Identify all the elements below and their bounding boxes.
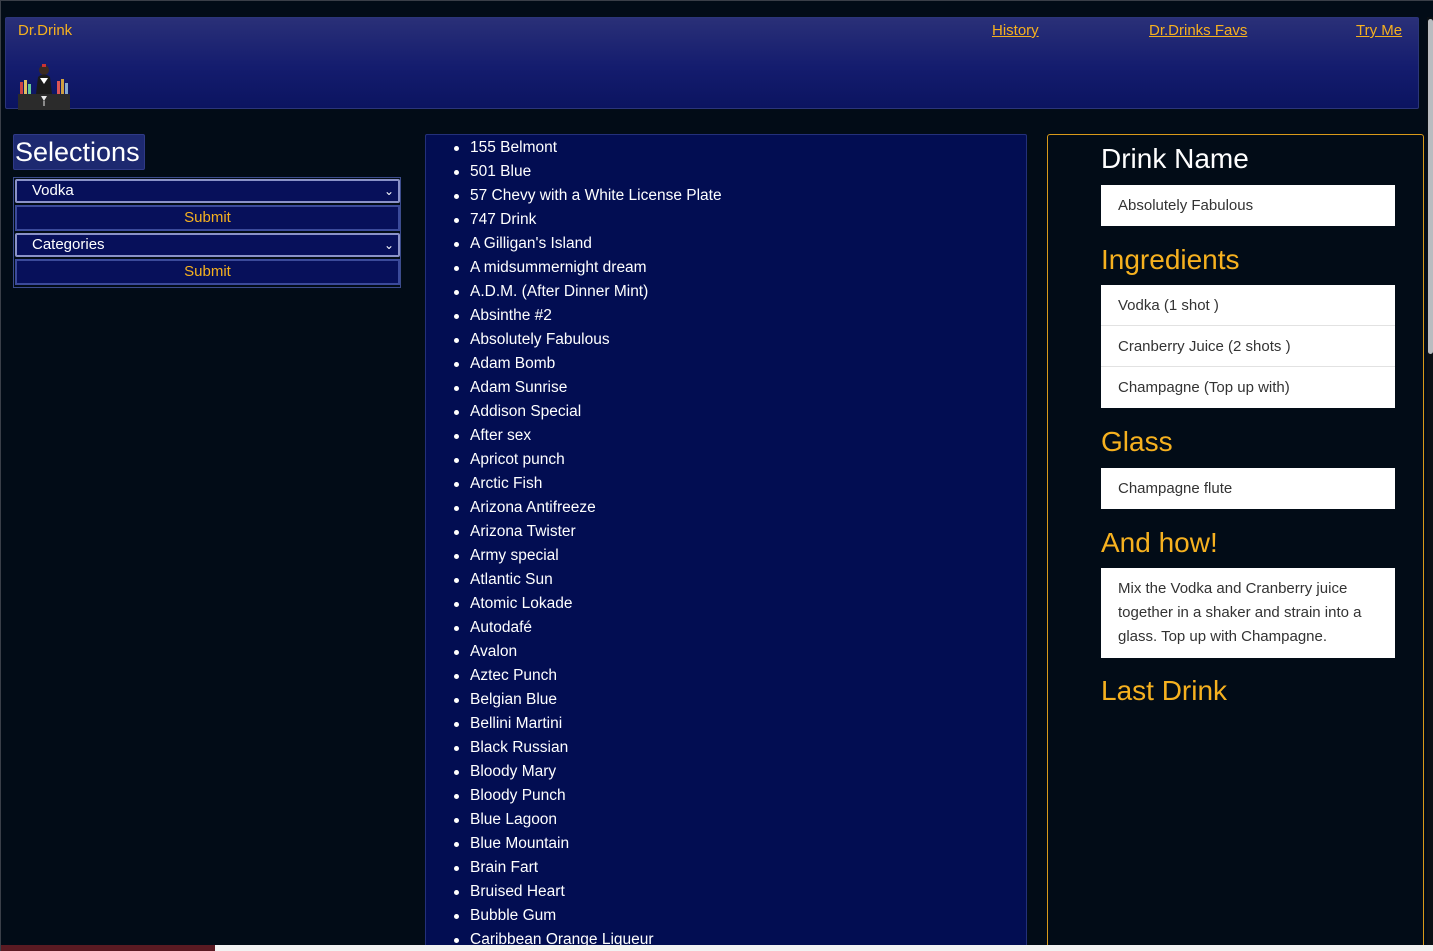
drink-list-item[interactable]: Blue Mountain [426,833,722,857]
drink-list-item[interactable]: 155 Belmont [426,137,722,161]
drink-list-item[interactable]: Bellini Martini [426,713,722,737]
ingredient-item: Cranberry Juice (2 shots ) [1101,326,1395,367]
bartender-logo-icon[interactable] [18,60,70,110]
drink-list-item[interactable]: Bloody Mary [426,761,722,785]
drink-list-item[interactable]: Brain Fart [426,857,722,881]
glass-box: Champagne flute [1101,468,1395,509]
drink-list-item[interactable]: After sex [426,425,722,449]
instructions-heading: And how! [1101,527,1218,558]
drink-list-item[interactable]: A midsummernight dream [426,257,722,281]
spirit-submit-button[interactable]: Submit [15,205,400,231]
drink-list-item[interactable]: Army special [426,545,722,569]
drink-list-item[interactable]: 501 Blue [426,161,722,185]
nav-link-drdrinks-favs[interactable]: Dr.Drinks Favs [1149,22,1247,39]
drink-list-item[interactable]: A.D.M. (After Dinner Mint) [426,281,722,305]
brand-link[interactable]: Dr.Drink [18,22,72,39]
drink-list-item[interactable]: Bloody Punch [426,785,722,809]
drink-name-heading: Drink Name [1101,143,1249,174]
ingredients-heading: Ingredients [1101,244,1240,275]
drink-list-item[interactable]: Adam Sunrise [426,377,722,401]
page-scrollbar[interactable] [1427,17,1433,951]
drink-list-item[interactable]: Arctic Fish [426,473,722,497]
drink-list-item[interactable]: Adam Bomb [426,353,722,377]
drink-list-item[interactable]: Atlantic Sun [426,569,722,593]
drink-list: 155 Belmont 501 Blue 57 Chevy with a White… [426,137,722,951]
browser-viewport: Dr.Drink History Dr.Drinks Favs Try Me S… [0,0,1433,951]
scrollbar-thumb[interactable] [1428,19,1433,354]
last-drink-heading: Last Drink [1101,675,1228,706]
drink-list-item[interactable]: A Gilligan's Island [426,233,722,257]
spirit-select-value: Vodka [32,182,74,199]
drink-list-item[interactable]: Belgian Blue [426,689,722,713]
drink-detail-panel: Drink Name Absolutely Fabulous Ingredien… [1047,134,1424,951]
drink-list-item[interactable]: Blue Lagoon [426,809,722,833]
drink-list-item[interactable]: Absinthe #2 [426,305,722,329]
chevron-down-icon: ⌄ [383,184,394,198]
bottom-edge-strip [1,945,215,951]
nav-link-try-me[interactable]: Try Me [1356,22,1402,39]
instructions-text: Mix the Vodka and Cranberry juice togeth… [1101,568,1395,658]
chevron-down-icon: ⌄ [383,238,394,252]
ingredient-item: Champagne (Top up with) [1118,379,1290,396]
filter-controls: Vodka ⌄ Submit Categories ⌄ Submit [13,177,401,288]
drink-list-item[interactable]: Aztec Punch [426,665,722,689]
category-select[interactable]: Categories ⌄ [15,233,400,257]
ingredient-item: Vodka (1 shot ) [1101,285,1395,326]
selections-heading: Selections [13,134,145,170]
drink-list-item[interactable]: 747 Drink [426,209,722,233]
glass-value: Champagne flute [1118,480,1233,497]
bottom-edge-strip-light [215,945,1433,951]
drink-list-item[interactable]: Avalon [426,641,722,665]
category-select-value: Categories [32,236,105,253]
drink-list-item[interactable]: Apricot punch [426,449,722,473]
spirit-select[interactable]: Vodka ⌄ [15,179,400,203]
drink-name-value: Absolutely Fabulous [1118,197,1254,214]
drink-name-box: Absolutely Fabulous [1101,185,1395,226]
glass-heading: Glass [1101,426,1173,457]
drink-list-item[interactable]: Black Russian [426,737,722,761]
drink-list-item[interactable]: 57 Chevy with a White License Plate [426,185,722,209]
ingredients-list: Vodka (1 shot ) Cranberry Juice (2 shots… [1101,285,1395,408]
navbar: Dr.Drink History Dr.Drinks Favs Try Me [5,17,1419,110]
drink-list-item[interactable]: Autodafé [426,617,722,641]
drink-list-item[interactable]: Arizona Twister [426,521,722,545]
drink-list-panel: 155 Belmont 501 Blue 57 Chevy with a White… [425,134,1027,951]
drink-list-item[interactable]: Absolutely Fabulous [426,329,722,353]
drink-list-item[interactable]: Atomic Lokade [426,593,722,617]
drink-list-item[interactable]: Bubble Gum [426,905,722,929]
nav-link-history[interactable]: History [992,22,1039,39]
category-submit-button[interactable]: Submit [15,259,400,285]
drink-list-item[interactable]: Addison Special [426,401,722,425]
drink-list-item[interactable]: Arizona Antifreeze [426,497,722,521]
drink-list-item[interactable]: Bruised Heart [426,881,722,905]
